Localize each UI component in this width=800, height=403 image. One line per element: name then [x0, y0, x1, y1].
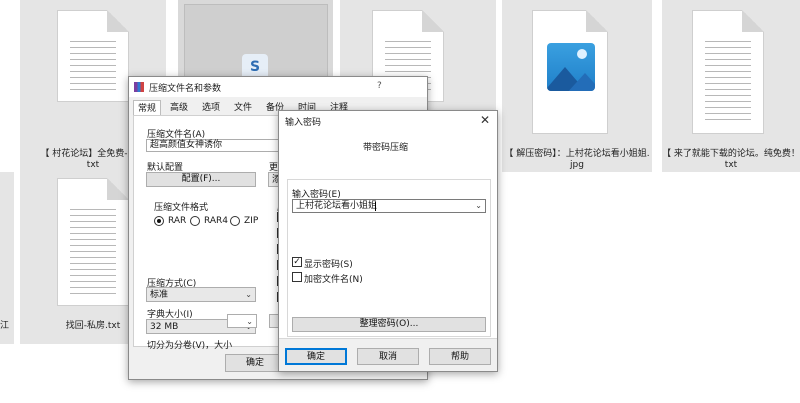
text-file-icon [57, 178, 129, 306]
close-icon[interactable]: ✕ [480, 113, 490, 127]
show-password-checkbox[interactable]: ✓ [292, 257, 302, 267]
config-button[interactable]: 配置(F)... [146, 172, 256, 187]
password-dialog: 输入密码 ✕ 带密码压缩 输入密码(E) 上村花论坛看小姐姐 ⌄ ✓ 显示密码(… [278, 110, 498, 372]
tab-general[interactable]: 常规 [133, 100, 161, 116]
text-cursor [375, 202, 376, 211]
help-title-button[interactable]: ? [377, 81, 382, 91]
show-password-label: 显示密码(S) [304, 260, 353, 270]
file-ext: txt [724, 160, 738, 170]
radio-rar4[interactable] [190, 216, 200, 226]
radio-rar4-label: RAR4 [204, 216, 229, 226]
password-cancel-button[interactable]: 取消 [357, 348, 419, 365]
archive-dialog-title: 压缩文件名和参数 [149, 84, 222, 94]
archive-ok-button[interactable]: 确定 [225, 354, 285, 372]
password-dialog-title: 输入密码 [285, 118, 322, 128]
radio-zip[interactable] [230, 216, 240, 226]
radio-rar-label: RAR [168, 216, 187, 226]
encrypt-names-label: 加密文件名(N) [304, 275, 363, 285]
password-help-button[interactable]: 帮助 [429, 348, 491, 365]
split-label: 切分为分卷(V)，大小 [147, 341, 233, 351]
tab-options[interactable]: 选项 [197, 100, 225, 116]
file-tile-6[interactable]: 江 [0, 172, 14, 344]
method-select[interactable]: 标准 ⌄ [146, 287, 256, 302]
archive-titlebar: 压缩文件名和参数 ? [129, 77, 427, 97]
file-label: 江 [0, 321, 10, 331]
text-file-icon [57, 10, 129, 102]
filename-input[interactable]: 超高颜值女神诱你 [146, 139, 284, 152]
radio-rar[interactable] [154, 216, 164, 226]
file-tile-4[interactable]: 【 解压密码】：上村花论坛看小姐姐. jpg [502, 0, 652, 172]
chevron-down-icon[interactable]: ⌄ [475, 201, 482, 210]
file-tile-5[interactable]: 【 来了就能下载的论坛。纯免费！ txt [662, 0, 800, 172]
file-ext: jpg [570, 160, 584, 170]
format-group: 压缩文件格式 RAR RAR4 ZIP [144, 200, 262, 240]
winrar-icon [134, 82, 144, 92]
split-select[interactable]: ⌄ [227, 314, 257, 328]
password-ok-button[interactable]: 确定 [285, 348, 347, 365]
format-group-label: 压缩文件格式 [154, 203, 209, 213]
password-titlebar: 输入密码 ✕ [279, 111, 497, 131]
text-file-icon [692, 10, 764, 134]
password-input[interactable]: 上村花论坛看小姐姐 ⌄ [292, 199, 486, 213]
radio-zip-label: ZIP [244, 216, 259, 226]
password-subtitle: 带密码压缩 [363, 143, 409, 153]
tab-advanced[interactable]: 高级 [165, 100, 193, 116]
tab-files[interactable]: 文件 [229, 100, 257, 116]
image-file-icon [532, 10, 608, 134]
chevron-down-icon: ⌄ [245, 290, 252, 299]
encrypt-names-checkbox[interactable] [292, 272, 302, 282]
organize-passwords-button[interactable]: 整理密码(O)... [292, 317, 486, 332]
password-group: 输入密码(E) 上村花论坛看小姐姐 ⌄ ✓ 显示密码(S) 加密文件名(N) 整… [287, 179, 491, 337]
chevron-down-icon: ⌄ [246, 317, 253, 326]
